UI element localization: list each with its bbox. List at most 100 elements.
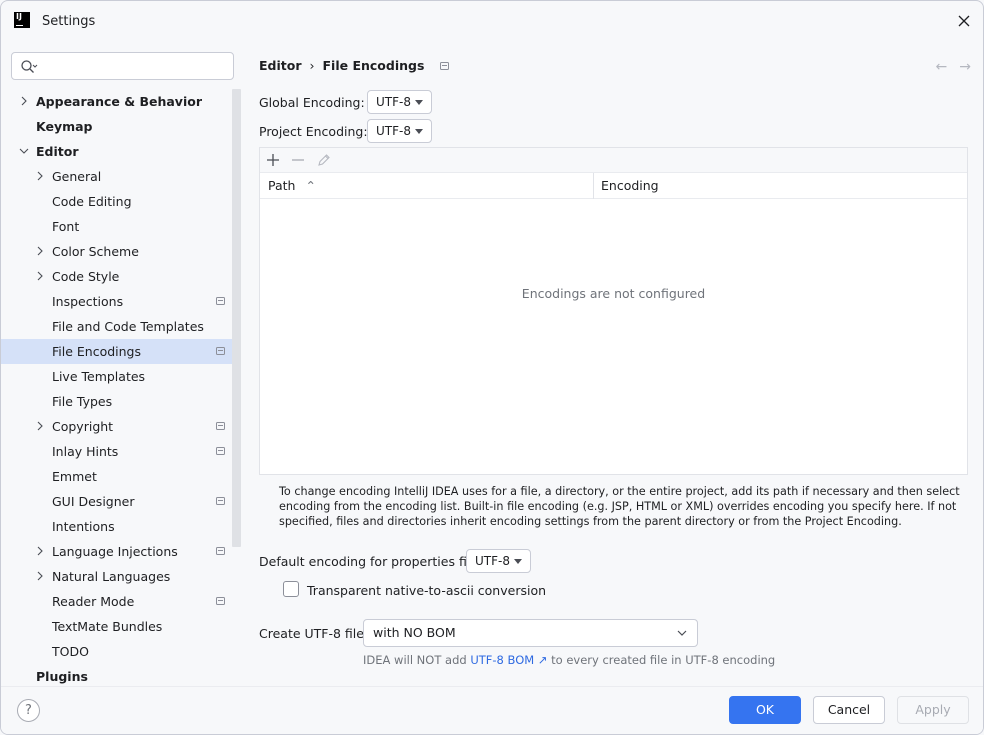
properties-encoding-label: Default encoding for properties files:: [259, 554, 489, 569]
project-encoding-dropdown[interactable]: UTF-8: [367, 119, 432, 143]
close-icon: [958, 15, 970, 27]
search-input[interactable]: [11, 52, 234, 80]
project-encoding-label: Project Encoding:: [259, 124, 368, 139]
forward-arrow-icon[interactable]: →: [959, 59, 971, 75]
settings-tree: Appearance & Behavior Keymap Editor General…: [1, 89, 233, 689]
transparent-conversion-label[interactable]: Transparent native-to-ascii conversion: [307, 583, 546, 598]
sidebar-item-label: TextMate Bundles: [52, 619, 163, 634]
chevron-right-icon[interactable]: [35, 571, 45, 581]
sidebar-item-label: Copyright: [52, 419, 114, 434]
chevron-down-icon: [677, 630, 687, 636]
sidebar-item-label: Natural Languages: [52, 569, 171, 584]
sidebar-item-live-templates[interactable]: Live Templates: [1, 364, 233, 389]
sidebar-item-code-editing[interactable]: Code Editing: [1, 189, 233, 214]
sidebar-item-label: General: [52, 169, 102, 184]
close-button[interactable]: [953, 10, 975, 32]
table-header: Path ⌃ Encoding: [260, 173, 967, 199]
sidebar-item-label: Live Templates: [52, 369, 146, 384]
chevron-right-icon[interactable]: [35, 246, 45, 256]
help-button[interactable]: ?: [17, 699, 40, 722]
chevron-right-icon[interactable]: [35, 171, 45, 181]
apply-button[interactable]: Apply: [897, 696, 969, 724]
sidebar-item-inlay-hints[interactable]: Inlay Hints: [1, 439, 233, 464]
sidebar-item-label: Language Injections: [52, 544, 178, 559]
sidebar-item-emmet[interactable]: Emmet: [1, 464, 233, 489]
sidebar-item-color-scheme[interactable]: Color Scheme: [1, 239, 233, 264]
sidebar-item-label: Inlay Hints: [52, 444, 119, 459]
project-scope-icon: [216, 497, 225, 505]
dropdown-arrow-icon: [415, 100, 423, 105]
plus-icon: [267, 154, 279, 166]
sidebar-item-label: Code Editing: [52, 194, 132, 209]
column-divider[interactable]: [593, 173, 594, 199]
sidebar-item-editor[interactable]: Editor: [1, 139, 233, 164]
column-header-encoding[interactable]: Encoding: [601, 173, 659, 199]
sidebar-item-inspections[interactable]: Inspections: [1, 289, 233, 314]
sidebar-item-gui-designer[interactable]: GUI Designer: [1, 489, 233, 514]
settings-sidebar: Appearance & Behavior Keymap Editor General…: [1, 42, 243, 686]
table-toolbar: [260, 148, 967, 173]
sidebar-item-label: Font: [52, 219, 80, 234]
global-encoding-dropdown[interactable]: UTF-8: [367, 90, 432, 114]
sidebar-item-intentions[interactable]: Intentions: [1, 514, 233, 539]
sidebar-item-label: File and Code Templates: [52, 319, 204, 334]
sidebar-item-appearance-behavior[interactable]: Appearance & Behavior: [1, 89, 233, 114]
sidebar-item-todo[interactable]: TODO: [1, 639, 233, 664]
sidebar-item-label: File Encodings: [52, 344, 142, 359]
sidebar-item-label: Emmet: [52, 469, 97, 484]
chevron-down-icon[interactable]: [19, 146, 29, 156]
project-scope-icon: [216, 547, 225, 555]
chevron-right-icon[interactable]: [35, 271, 45, 281]
search-icon: [21, 60, 38, 73]
sidebar-item-label: Color Scheme: [52, 244, 139, 259]
sidebar-item-label: GUI Designer: [52, 494, 135, 509]
breadcrumb: Editor › File Encodings: [259, 58, 450, 73]
create-utf8-label: Create UTF-8 files:: [259, 626, 375, 641]
remove-button[interactable]: [290, 152, 306, 168]
sidebar-item-general[interactable]: General: [1, 164, 233, 189]
sidebar-item-font[interactable]: Font: [1, 214, 233, 239]
ok-button[interactable]: OK: [729, 696, 801, 724]
sidebar-item-code-style[interactable]: Code Style: [1, 264, 233, 289]
sidebar-item-reader-mode[interactable]: Reader Mode: [1, 589, 233, 614]
project-scope-icon: [216, 422, 225, 430]
settings-dialog: IJ Settings Appearance & Behavior Keymap E…: [0, 0, 984, 735]
edit-button[interactable]: [316, 152, 332, 168]
column-header-path[interactable]: Path ⌃: [268, 173, 316, 199]
breadcrumb-parent[interactable]: Editor: [259, 58, 302, 73]
sidebar-item-file-encodings[interactable]: File Encodings: [1, 339, 233, 364]
pencil-icon: [318, 154, 330, 166]
sidebar-item-file-and-code-templates[interactable]: File and Code Templates: [1, 314, 233, 339]
sidebar-item-label: Reader Mode: [52, 594, 135, 609]
project-scope-icon: [440, 61, 450, 70]
utf8-bom-link[interactable]: UTF-8 BOM: [470, 653, 534, 667]
sidebar-item-natural-languages[interactable]: Natural Languages: [1, 564, 233, 589]
breadcrumb-current: File Encodings: [322, 58, 425, 73]
chevron-right-icon[interactable]: [35, 421, 45, 431]
dropdown-arrow-icon: [514, 559, 522, 564]
transparent-conversion-checkbox[interactable]: [283, 581, 299, 597]
properties-encoding-value: UTF-8: [475, 554, 510, 568]
sidebar-item-copyright[interactable]: Copyright: [1, 414, 233, 439]
sidebar-item-textmate-bundles[interactable]: TextMate Bundles: [1, 614, 233, 639]
create-utf8-combobox[interactable]: with NO BOM: [363, 619, 698, 647]
properties-encoding-dropdown[interactable]: UTF-8: [466, 549, 531, 573]
sidebar-item-file-types[interactable]: File Types: [1, 389, 233, 414]
intellij-logo-icon: IJ: [14, 12, 30, 28]
add-button[interactable]: [265, 152, 281, 168]
sidebar-item-language-injections[interactable]: Language Injections: [1, 539, 233, 564]
chevron-right-icon[interactable]: [19, 96, 29, 106]
sidebar-item-label: TODO: [52, 644, 89, 659]
cancel-button[interactable]: Cancel: [813, 696, 885, 724]
chevron-right-icon[interactable]: [35, 546, 45, 556]
sidebar-item-label: Keymap: [36, 119, 93, 134]
global-encoding-label: Global Encoding:: [259, 95, 365, 110]
sidebar-item-keymap[interactable]: Keymap: [1, 114, 233, 139]
sidebar-scrollbar[interactable]: [232, 89, 241, 547]
sidebar-item-label: Intentions: [52, 519, 115, 534]
navigation-arrows: ← →: [936, 59, 971, 75]
back-arrow-icon[interactable]: ←: [936, 59, 948, 75]
sidebar-item-label: Inspections: [52, 294, 124, 309]
sidebar-item-label: File Types: [52, 394, 113, 409]
sidebar-item-label: Editor: [36, 144, 79, 159]
